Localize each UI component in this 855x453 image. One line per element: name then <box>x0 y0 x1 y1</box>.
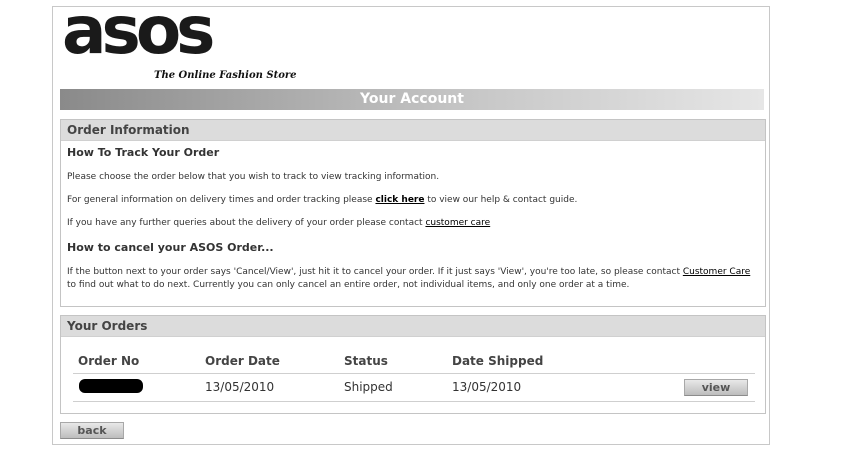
your-orders-panel: Your Orders Order No Order Date Status D… <box>60 315 766 414</box>
your-orders-header: Your Orders <box>61 316 765 337</box>
queries-text: If you have any further queries about th… <box>67 217 490 230</box>
customer-care-link-2[interactable]: Customer Care <box>683 267 750 277</box>
order-information-header: Order Information <box>61 120 765 141</box>
delivery-info-pre: For general information on delivery time… <box>67 195 376 205</box>
column-order-no: Order No <box>78 354 140 368</box>
customer-care-link[interactable]: customer care <box>425 218 490 228</box>
track-heading: How To Track Your Order <box>67 146 220 159</box>
click-here-link[interactable]: click here <box>375 195 424 205</box>
delivery-info-post: to view our help & contact guide. <box>424 195 578 205</box>
delivery-info-text: For general information on delivery time… <box>67 194 577 207</box>
table-divider-bottom <box>73 401 755 402</box>
view-order-button[interactable]: view <box>684 379 748 396</box>
date-shipped-cell: 13/05/2010 <box>452 380 522 394</box>
cancel-instructions: If the button next to your order says 'C… <box>67 266 757 292</box>
page-title: Your Account <box>360 91 464 107</box>
logo-tagline: The Online Fashion Store <box>154 70 297 81</box>
cancel-heading: How to cancel your ASOS Order... <box>67 241 274 254</box>
column-status: Status <box>344 354 388 368</box>
cancel-post: to find out what to do next. Currently y… <box>67 280 630 290</box>
queries-pre: If you have any further queries about th… <box>67 218 426 228</box>
your-account-bar: Your Account <box>60 89 764 110</box>
status-cell: Shipped <box>344 380 393 394</box>
order-information-body: How To Track Your Order Please choose th… <box>61 141 765 290</box>
redacted-order-number <box>79 379 143 393</box>
column-date-shipped: Date Shipped <box>452 354 544 368</box>
asos-logo[interactable]: asos The Online Fashion Store <box>62 0 297 84</box>
back-button[interactable]: back <box>60 422 124 439</box>
table-divider <box>73 373 755 374</box>
logo-wordmark: asos <box>62 0 215 69</box>
order-date-cell: 13/05/2010 <box>205 380 275 394</box>
track-instructions: Please choose the order below that you w… <box>67 172 440 182</box>
column-order-date: Order Date <box>205 354 280 368</box>
cancel-pre: If the button next to your order says 'C… <box>67 267 683 277</box>
order-information-panel: Order Information How To Track Your Orde… <box>60 119 766 307</box>
